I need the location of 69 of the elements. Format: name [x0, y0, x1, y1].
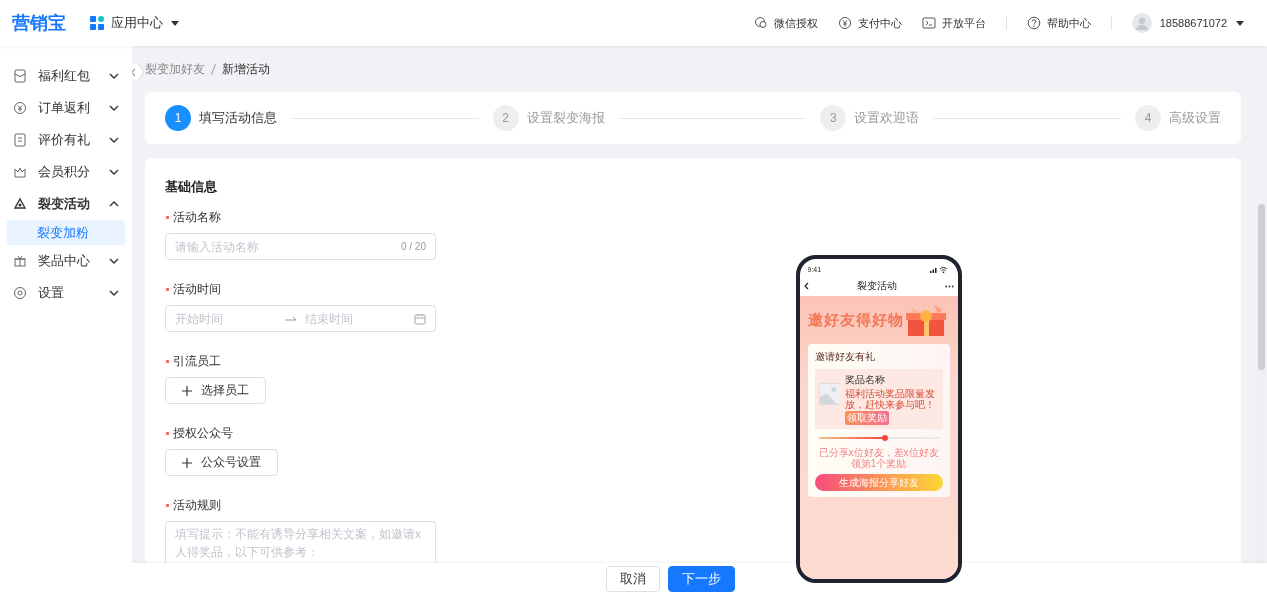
step-label: 填写活动信息 [199, 109, 277, 127]
text-input[interactable]: 请输入活动名称 [175, 239, 393, 254]
document-icon [13, 133, 27, 147]
sidebar-item[interactable]: 会员积分 [0, 156, 132, 188]
caret-icon [1235, 19, 1245, 27]
calendar-icon [414, 312, 426, 325]
sidebar-subitem[interactable]: 裂变加粉 [7, 220, 125, 245]
prize-description: 福利活动奖品限量发放，赶快来参与吧！ [845, 388, 937, 410]
page-title: 裂变活动 [856, 279, 897, 293]
envelope-icon [13, 69, 27, 83]
help-link[interactable]: 帮助中心 [1026, 15, 1091, 31]
step-number: 1 [165, 105, 191, 131]
add-button[interactable]: 公众号设置 [165, 449, 278, 476]
field-label: 活动时间 [173, 280, 221, 298]
breadcrumb-item: 新增活动 [222, 60, 270, 78]
gift-icon [13, 254, 27, 268]
step-number: 4 [1135, 105, 1161, 131]
field-label: 引流员工 [173, 352, 221, 370]
header-link[interactable]: 支付中心 [837, 15, 902, 31]
char-counter: 0 / 20 [400, 241, 426, 252]
scrollbar[interactable] [1258, 204, 1265, 563]
sidebar-item[interactable]: 福利红包 [0, 60, 132, 92]
caret-icon [170, 19, 180, 27]
plus-icon [182, 385, 192, 396]
next-button[interactable]: 下一步 [668, 566, 735, 592]
header-link[interactable]: 开放平台 [921, 15, 986, 31]
step-label: 设置欢迎语 [854, 109, 920, 127]
app-menu[interactable]: 应用中心 [90, 14, 180, 32]
help-icon [1026, 16, 1041, 30]
field-label: 活动名称 [173, 208, 221, 226]
field-label: 活动规则 [173, 496, 221, 514]
add-button[interactable]: 选择员工 [165, 377, 266, 404]
sidebar-item[interactable]: 设置 [0, 277, 132, 309]
card-title: 邀请好友有礼 [814, 350, 876, 364]
step-label: 设置裂变海报 [526, 109, 605, 127]
scrollbar-thumb[interactable] [1258, 204, 1265, 370]
sidebar-item[interactable]: 订单返利 [0, 92, 132, 124]
textarea-field[interactable]: 填写提示：不能有诱导分享相关文案，如邀请x人得奖品，以下可供参考： [165, 521, 436, 563]
chat-icon [753, 16, 768, 30]
prize-name: 奖品名称 [845, 373, 886, 387]
coin-icon [837, 16, 852, 30]
cancel-button[interactable]: 取消 [606, 566, 660, 592]
start-date-input[interactable]: 开始时间 [175, 311, 277, 326]
step-number: 2 [492, 105, 519, 131]
back-icon [803, 282, 809, 290]
sidebar-item[interactable]: 奖品中心 [0, 245, 132, 277]
signal-wifi-icon [929, 265, 948, 273]
avatar-icon [1131, 13, 1152, 33]
header-link[interactable]: 微信授权 [753, 15, 818, 31]
step-number: 3 [820, 105, 847, 131]
step-label: 高级设置 [1169, 109, 1221, 127]
logo[interactable]: 营销宝 [12, 11, 66, 35]
field-label: 授权公众号 [173, 424, 233, 442]
crown-icon [13, 165, 27, 179]
user-menu[interactable]: 18588671072 [1131, 13, 1245, 33]
progress-text: 已分享x位好友，差x位好友领第1个奖励 [817, 447, 940, 469]
more-icon [944, 284, 954, 288]
arrow-right-icon [284, 315, 297, 322]
terminal-icon [921, 16, 936, 30]
section-title: 基础信息 [165, 178, 218, 196]
sidebar-item[interactable]: 评价有礼 [0, 124, 132, 156]
banner-title: 邀好友得好物 [807, 310, 904, 330]
grid-icon [90, 16, 104, 30]
plus-icon [182, 457, 192, 468]
end-date-input[interactable]: 结束时间 [304, 311, 406, 326]
chevron-left-icon [132, 67, 136, 77]
coin-icon [13, 101, 27, 115]
settings-icon [13, 286, 27, 300]
sidebar-item[interactable]: 裂变活动 [0, 188, 132, 220]
